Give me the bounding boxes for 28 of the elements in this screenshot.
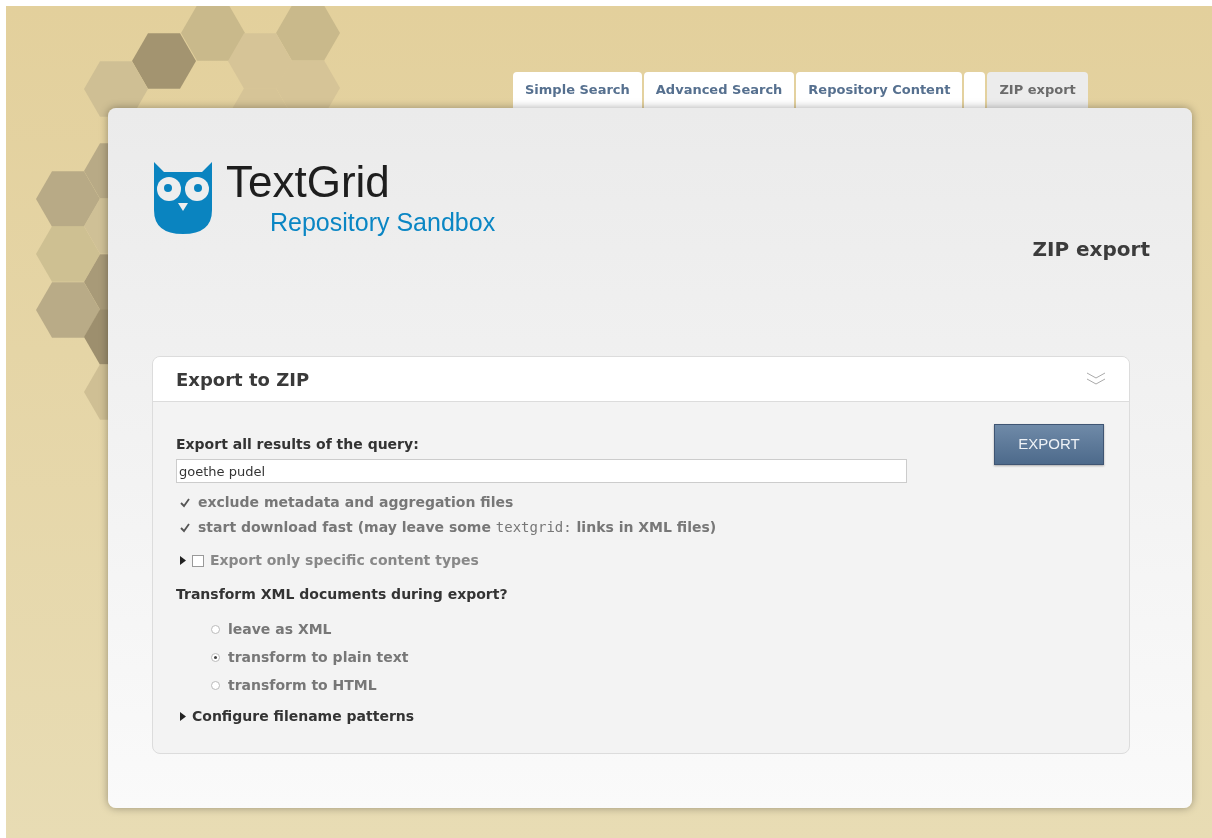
query-field[interactable]: goethe pudel [176,459,907,483]
radio-button[interactable] [211,625,220,634]
filename-patterns-toggle[interactable]: Configure filename patterns [192,706,415,727]
tab[interactable]: Advanced Search [643,72,795,108]
checkbox[interactable] [192,554,204,567]
checkbox-label: start download fast (may leave some textgrid: links in XML files) [198,518,717,537]
expand-caret-icon[interactable] [180,556,186,565]
query-label: Export all results of the query: [176,435,420,454]
tab[interactable]: ZIP export [987,72,1088,108]
transform-label: Transform XML documents during export? [176,585,509,604]
radio-label: transform to plain text [228,648,409,667]
tab[interactable]: Repository Content [796,72,963,108]
panel-title: Export to ZIP [176,367,310,392]
page-title: ZIP export [1032,236,1150,263]
checkbox-label: exclude metadata and aggregation files [198,493,514,512]
expand-caret-icon[interactable] [180,712,186,721]
logo-title: TextGrid [226,156,391,208]
radio-label: leave as XML [228,620,332,639]
radio-button[interactable] [211,681,220,690]
content-types-toggle[interactable]: Export only specific content types [210,550,479,571]
radio-button[interactable] [211,653,220,662]
radio-label: transform to HTML [228,676,377,695]
export-button[interactable]: EXPORT [994,424,1104,465]
checkbox-checked[interactable] [180,522,190,533]
logo-subtitle: Repository Sandbox [270,208,496,236]
owl-logo-icon [152,160,214,234]
checkbox-checked[interactable] [180,497,190,508]
tab[interactable]: Simple Search [513,72,642,108]
